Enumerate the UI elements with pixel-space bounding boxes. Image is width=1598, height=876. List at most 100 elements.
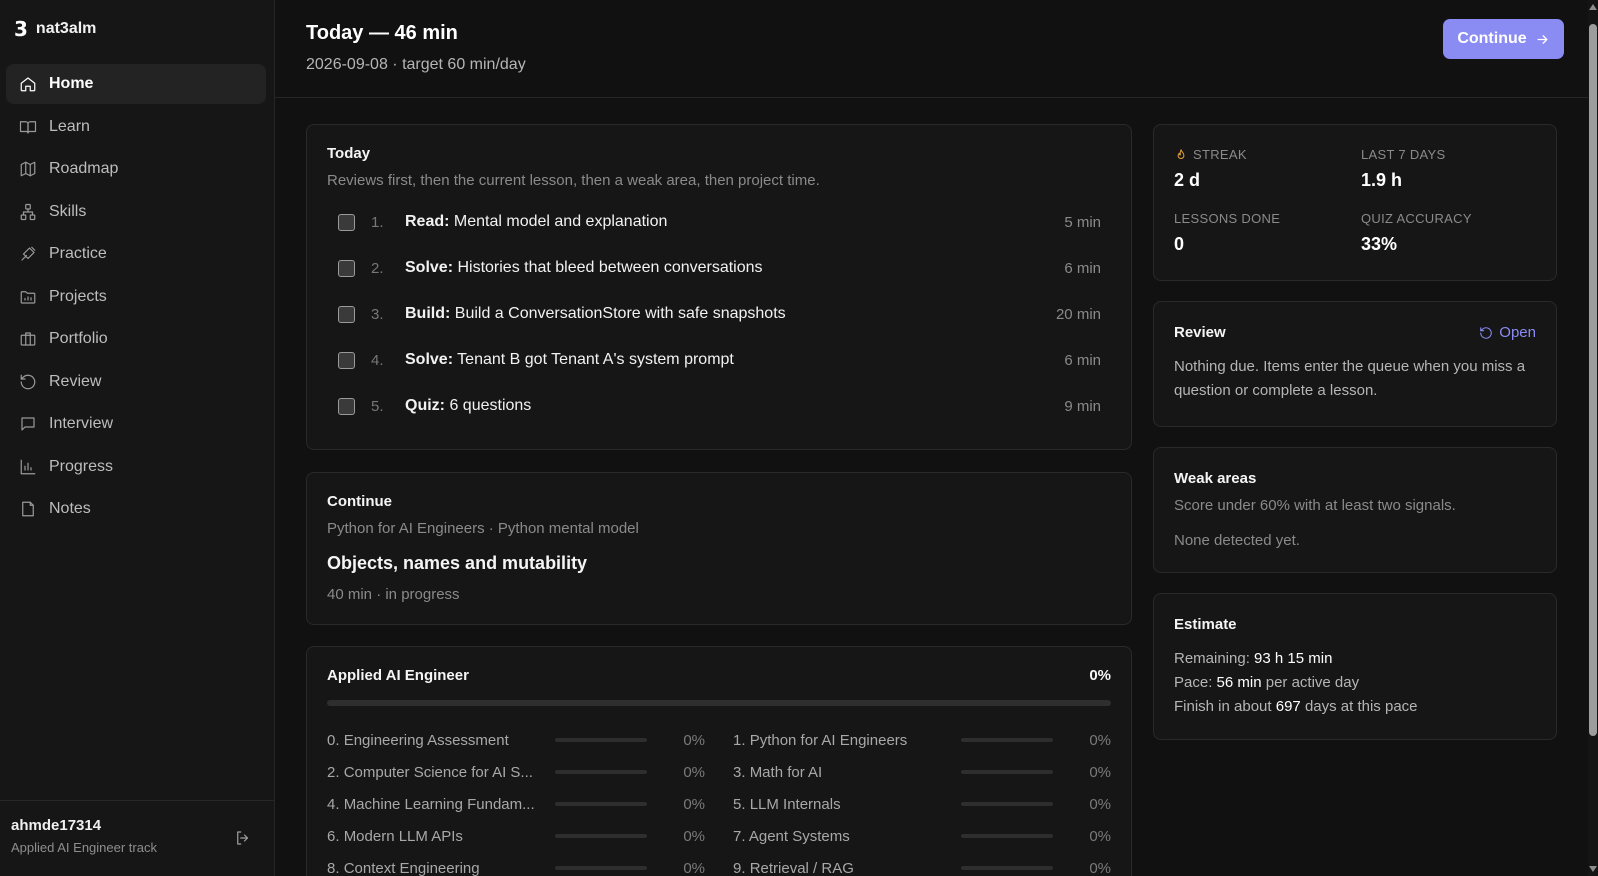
- estimate-finish: Finish in about 697 days at this pace: [1174, 695, 1536, 719]
- sidebar-item-label: Interview: [49, 415, 114, 432]
- stat-streak-label: STREAK: [1193, 147, 1247, 162]
- module-row[interactable]: 3. Math for AI 0%: [733, 756, 1111, 788]
- estimate-card: Estimate Remaining: 93 h 15 min Pace: 56…: [1153, 593, 1557, 740]
- brand[interactable]: 3 nat3alm: [14, 16, 96, 42]
- page-subtitle: 2026-09-08 · target 60 min/day: [306, 56, 526, 73]
- continue-button[interactable]: Continue: [1443, 19, 1564, 59]
- weak-areas-title: Weak areas: [1174, 470, 1257, 487]
- scroll-down-icon[interactable]: [1589, 866, 1597, 872]
- task-number: 3.: [371, 305, 384, 323]
- user-name: ahmde17314: [11, 817, 102, 834]
- sidebar-item-review[interactable]: Review: [6, 362, 266, 402]
- module-percent: 0%: [1089, 731, 1111, 749]
- module-row[interactable]: 5. LLM Internals 0%: [733, 788, 1111, 820]
- module-row[interactable]: 0. Engineering Assessment 0%: [327, 724, 705, 756]
- sidebar-item-portfolio[interactable]: Portfolio: [6, 319, 266, 359]
- module-title: Agent Systems: [748, 827, 850, 845]
- track-progress-bar: [327, 700, 1111, 706]
- map-icon: [19, 160, 37, 178]
- continue-lesson-title[interactable]: Objects, names and mutability: [327, 553, 1111, 574]
- module-list: 0. Engineering Assessment 0% 1. Python f…: [327, 724, 1111, 876]
- sidebar-item-home[interactable]: Home: [6, 64, 266, 104]
- sidebar-item-label: Portfolio: [49, 330, 108, 347]
- sidebar-item-learn[interactable]: Learn: [6, 107, 266, 147]
- sidebar-item-roadmap[interactable]: Roadmap: [6, 149, 266, 189]
- track-header: Applied AI Engineer 0%: [327, 667, 1111, 684]
- module-progress-bar: [555, 770, 647, 774]
- home-icon: [19, 75, 37, 93]
- logout-icon[interactable]: [234, 829, 254, 849]
- continue-breadcrumb: Python for AI Engineers · Python mental …: [327, 520, 639, 537]
- module-row[interactable]: 1. Python for AI Engineers 0%: [733, 724, 1111, 756]
- module-title: Computer Science for AI S...: [343, 763, 533, 781]
- task-item[interactable]: 4. Solve: Tenant B got Tenant A's system…: [327, 337, 1111, 383]
- sidebar-item-progress[interactable]: Progress: [6, 447, 266, 487]
- task-label: Build: Build a ConversationStore with sa…: [405, 305, 786, 323]
- continue-card[interactable]: Continue Python for AI Engineers · Pytho…: [306, 472, 1132, 625]
- module-row[interactable]: 2. Computer Science for AI S... 0%: [327, 756, 705, 788]
- task-item[interactable]: 1. Read: Mental model and explanation 5 …: [327, 199, 1111, 245]
- module-progress-bar: [555, 834, 647, 838]
- page-scrollbar[interactable]: [1588, 0, 1598, 876]
- module-percent: 0%: [683, 859, 705, 876]
- task-item[interactable]: 2. Solve: Histories that bleed between c…: [327, 245, 1111, 291]
- sidebar-item-label: Notes: [49, 500, 91, 517]
- stat-label: LESSONS DONE: [1174, 211, 1281, 226]
- user-panel: ahmde17314 Applied AI Engineer track: [0, 800, 274, 876]
- module-percent: 0%: [1089, 827, 1111, 845]
- stat-label: LAST 7 DAYS: [1361, 147, 1446, 162]
- estimate-title: Estimate: [1174, 616, 1237, 633]
- page-title: Today — 46 min: [306, 22, 458, 44]
- task-text: 6 questions: [449, 397, 532, 414]
- stats-card: STREAK 2 d LAST 7 DAYS 1.9 h LESSONS DON…: [1153, 124, 1557, 281]
- sidebar-item-notes[interactable]: Notes: [6, 489, 266, 529]
- estimate-finish-value: 697: [1275, 698, 1301, 715]
- review-header: Review Open: [1174, 324, 1536, 341]
- task-checkbox[interactable]: [338, 305, 355, 323]
- module-row[interactable]: 6. Modern LLM APIs 0%: [327, 820, 705, 852]
- review-open-link[interactable]: Open: [1479, 324, 1536, 341]
- notes-icon: [19, 500, 37, 518]
- module-percent: 0%: [683, 827, 705, 845]
- task-kind: Read:: [405, 213, 450, 230]
- estimate-lines: Remaining: 93 h 15 min Pace: 56 min per …: [1174, 647, 1536, 719]
- sidebar-item-projects[interactable]: Projects: [6, 277, 266, 317]
- sidebar-nav: Home Learn Roadmap Skills Practice Proje…: [6, 64, 266, 532]
- module-row[interactable]: 8. Context Engineering 0%: [327, 852, 705, 876]
- sidebar-item-label: Home: [49, 75, 94, 92]
- brand-name: nat3alm: [35, 20, 97, 37]
- sidebar-item-interview[interactable]: Interview: [6, 404, 266, 444]
- task-item[interactable]: 5. Quiz: 6 questions 9 min: [327, 383, 1111, 429]
- task-minutes: 6 min: [1064, 259, 1101, 277]
- book-icon: [19, 118, 37, 136]
- scroll-thumb[interactable]: [1589, 24, 1597, 736]
- sidebar-item-label: Progress: [49, 457, 114, 475]
- today-title: Today: [327, 145, 371, 162]
- track-percent: 0%: [1089, 667, 1111, 684]
- task-checkbox[interactable]: [338, 351, 355, 369]
- task-number: 5.: [371, 397, 384, 415]
- sidebar-item-practice[interactable]: Practice: [6, 234, 266, 274]
- task-checkbox[interactable]: [338, 259, 355, 277]
- task-checkbox[interactable]: [338, 213, 355, 231]
- stat-label: QUIZ ACCURACY: [1361, 211, 1472, 226]
- task-number: 4.: [371, 351, 384, 369]
- weak-areas-empty: None detected yet.: [1174, 532, 1300, 549]
- task-item[interactable]: 3. Build: Build a ConversationStore with…: [327, 291, 1111, 337]
- sidebar-item-skills[interactable]: Skills: [6, 192, 266, 232]
- sidebar: 3 nat3alm Home Learn Roadmap Skills Prac…: [0, 0, 275, 876]
- sidebar-item-label: Roadmap: [49, 160, 119, 177]
- estimate-pace: Pace: 56 min per active day: [1174, 671, 1536, 695]
- sidebar-item-label: Learn: [49, 117, 90, 135]
- module-row[interactable]: 4. Machine Learning Fundam... 0%: [327, 788, 705, 820]
- module-row[interactable]: 9. Retrieval / RAG 0%: [733, 852, 1111, 876]
- task-kind: Quiz:: [405, 397, 445, 414]
- estimate-pace-suffix: per active day: [1265, 674, 1360, 691]
- scroll-up-icon[interactable]: [1589, 4, 1597, 10]
- module-row[interactable]: 7. Agent Systems 0%: [733, 820, 1111, 852]
- review-icon: [19, 373, 37, 391]
- task-checkbox[interactable]: [338, 397, 355, 415]
- estimate-pace-label: Pace:: [1174, 674, 1213, 691]
- brand-logo-icon: 3: [14, 17, 28, 41]
- task-label: Quiz: 6 questions: [405, 397, 531, 415]
